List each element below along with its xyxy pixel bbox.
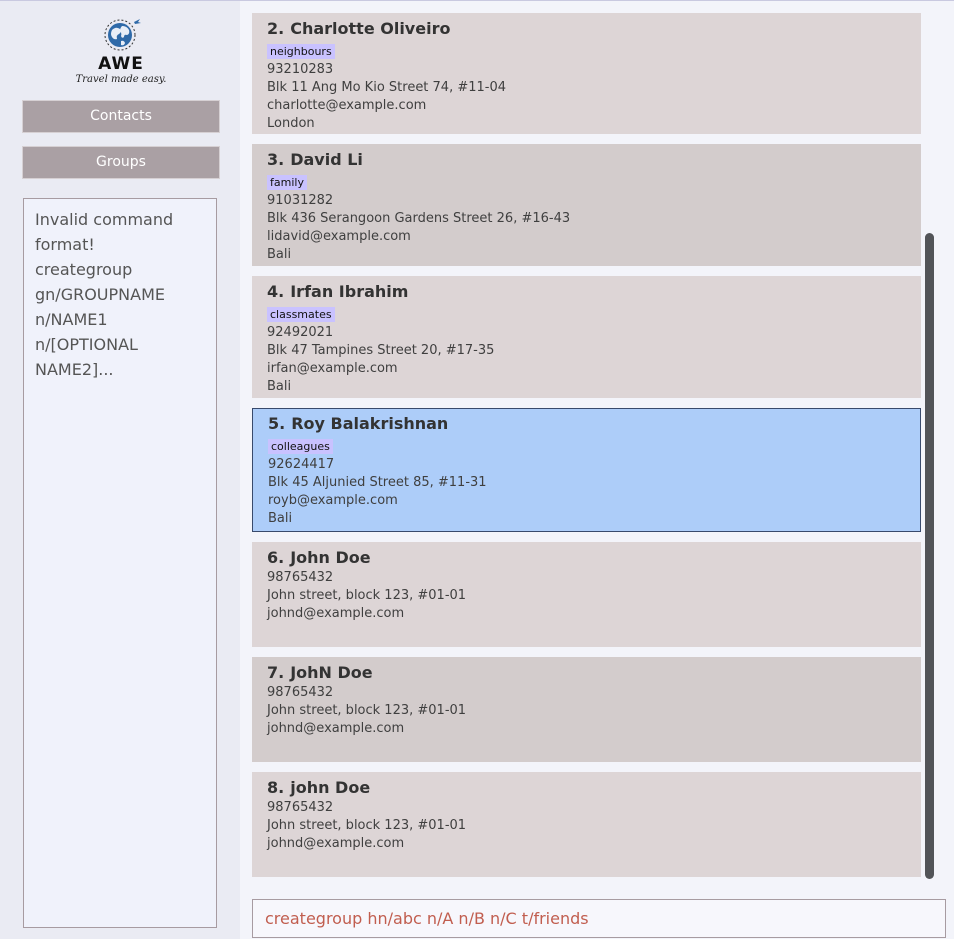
contact-email: irfan@example.com (267, 361, 398, 376)
contact-index: 8. (267, 778, 285, 797)
contact-phone: 98765432 (267, 570, 334, 585)
contact-phone: 92492021 (267, 325, 334, 340)
contact-phone: 98765432 (267, 800, 334, 815)
contact-phone: 92624417 (268, 457, 335, 472)
contact-email: charlotte@example.com (267, 98, 427, 113)
contact-phone: 93210283 (267, 62, 334, 77)
contact-card[interactable]: 8. john Doe 98765432 John street, block 1… (252, 772, 921, 877)
result-line: n/[OPTIONAL (35, 335, 138, 354)
contact-name: Irfan Ibrahim (290, 282, 409, 301)
contact-location: London (267, 116, 315, 131)
contact-tag: neighbours (267, 44, 335, 59)
contact-name: Charlotte Oliveiro (290, 19, 451, 38)
list-scrollbar[interactable] (925, 233, 934, 879)
contact-name-row: 6. John Doe (267, 546, 906, 569)
contact-address: Blk 11 Ang Mo Kio Street 74, #11-04 (267, 80, 507, 95)
result-line: NAME2]... (35, 360, 114, 379)
contact-phone: 91031282 (267, 193, 334, 208)
contact-phone: 98765432 (267, 685, 334, 700)
contact-tag: family (267, 175, 307, 190)
contact-index: 7. (267, 663, 285, 682)
contact-name: John Doe (290, 548, 371, 567)
contact-location: Bali (267, 379, 292, 394)
contact-card-selected[interactable]: 5. Roy Balakrishnan colleagues 92624417 B… (252, 408, 921, 532)
contact-card[interactable]: 4. Irfan Ibrahim classmates 92492021 Blk … (252, 276, 921, 398)
contact-location: Bali (268, 511, 293, 526)
contact-index: 5. (268, 414, 286, 433)
result-display: Invalid command format! creategroup gn/G… (23, 198, 217, 928)
contact-email: johnd@example.com (267, 836, 405, 851)
contact-name-row: 8. john Doe (267, 776, 906, 799)
contact-location: Bali (267, 247, 292, 262)
contact-address: John street, block 123, #01-01 (267, 818, 467, 833)
contact-name: john Doe (290, 778, 371, 797)
contact-email: johnd@example.com (267, 721, 405, 736)
app-logo: AWE Travel made easy. (75, 15, 167, 91)
globe-icon (104, 19, 141, 51)
result-line: Invalid command (35, 210, 174, 229)
contact-address: John street, block 123, #01-01 (267, 703, 467, 718)
contact-address: Blk 47 Tampines Street 20, #17-35 (267, 343, 495, 358)
contact-card[interactable]: 2. Charlotte Oliveiro neighbours 93210283… (252, 13, 921, 134)
result-line: creategroup (35, 260, 133, 279)
contact-email: lidavid@example.com (267, 229, 411, 244)
logo-text: AWE (98, 54, 144, 74)
contact-name-row: 4. Irfan Ibrahim (267, 280, 906, 303)
contact-index: 6. (267, 548, 285, 567)
contact-list[interactable]: 2. Charlotte Oliveiro neighbours 93210283… (252, 0, 922, 888)
result-line: gn/GROUPNAME (35, 285, 165, 304)
groups-button[interactable]: Groups (22, 146, 220, 179)
contact-index: 2. (267, 19, 285, 38)
contact-card[interactable]: 6. John Doe 98765432 John street, block 1… (252, 542, 921, 647)
contact-card[interactable]: 7. JohN Doe 98765432 John street, block 1… (252, 657, 921, 762)
contact-name-row: 7. JohN Doe (267, 661, 906, 684)
contact-tag: colleagues (268, 439, 333, 454)
contact-email: royb@example.com (268, 493, 398, 508)
contact-name-row: 2. Charlotte Oliveiro (267, 17, 906, 40)
contact-name: Roy Balakrishnan (291, 414, 449, 433)
contact-address: John street, block 123, #01-01 (267, 588, 467, 603)
contact-name: JohN Doe (290, 663, 373, 682)
contacts-button[interactable]: Contacts (22, 100, 220, 133)
contact-address: Blk 436 Serangoon Gardens Street 26, #16… (267, 211, 571, 226)
contact-address: Blk 45 Aljunied Street 85, #11-31 (268, 475, 487, 490)
contact-card[interactable]: 3. David Li family 91031282 Blk 436 Seran… (252, 144, 921, 266)
result-line: format! (35, 235, 95, 254)
contact-index: 4. (267, 282, 285, 301)
command-input[interactable]: creategroup hn/abc n/A n/B n/C t/friends (252, 899, 946, 938)
contact-index: 3. (267, 150, 285, 169)
contact-name: David Li (290, 150, 363, 169)
contact-name-row: 3. David Li (267, 148, 906, 171)
contact-name-row: 5. Roy Balakrishnan (268, 412, 906, 435)
contact-email: johnd@example.com (267, 606, 405, 621)
contact-tag: classmates (267, 307, 335, 322)
logo-tagline: Travel made easy. (75, 74, 167, 85)
sidebar: AWE Travel made easy. Contacts Groups In… (0, 1, 240, 939)
result-line: n/NAME1 (35, 310, 108, 329)
